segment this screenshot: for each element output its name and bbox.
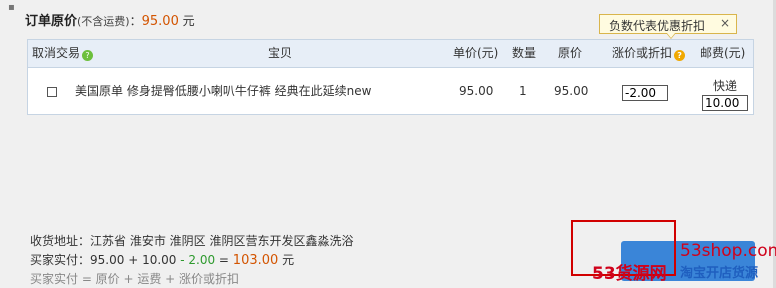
- col-cancel-label: 取消交易: [32, 46, 81, 60]
- shipping-fee-input[interactable]: [702, 95, 748, 111]
- order-price-unit: 元: [182, 14, 195, 28]
- pay-unit: 元: [278, 253, 295, 267]
- col-original: 原价: [558, 46, 583, 60]
- address-line: 收货地址：江苏省 淮安市 淮阴区 淮阴区营东开发区鑫淼洗浴: [30, 232, 353, 249]
- buyer-pay-line: 买家实付：95.00 + 10.00 - 2.00 = 103.00 元: [30, 251, 294, 268]
- address-label: 收货地址：: [30, 234, 91, 248]
- col-cancel: 取消交易?: [32, 40, 94, 67]
- order-price-note: (不含运费): [77, 15, 130, 28]
- minus-sign: -: [176, 253, 189, 267]
- col-adjust: 涨价或折扣?: [612, 40, 686, 67]
- buyer-pay-label: 买家实付：: [30, 253, 91, 267]
- watermark-site: 53货源网: [592, 264, 667, 284]
- plus-sign: +: [124, 253, 143, 267]
- col-item: 宝贝: [268, 46, 293, 60]
- colon: ：: [129, 14, 142, 28]
- item-title[interactable]: 美国原单 修身提臀低腰小喇叭牛仔裤 经典在此延续new: [75, 68, 371, 114]
- table-header: 取消交易? 宝贝 单价(元) 数量 原价 涨价或折扣? 邮费(元): [28, 40, 753, 68]
- pay-formula: 买家实付 = 原价 + 运费 + 涨价或折扣: [30, 272, 240, 286]
- left-marker: ▪: [8, 2, 15, 13]
- help-icon[interactable]: ?: [82, 50, 94, 61]
- col-unit-price: 单价(元): [453, 46, 499, 60]
- col-qty: 数量: [512, 46, 537, 60]
- order-price-header: 订单原价(不含运费)：95.00 元: [25, 10, 195, 32]
- equals-sign: =: [215, 253, 233, 267]
- col-shipping: 邮费(元): [700, 46, 746, 60]
- order-table: 取消交易? 宝贝 单价(元) 数量 原价 涨价或折扣? 邮费(元) 美国原单 修…: [27, 39, 754, 115]
- tooltip-arrow-fill: [667, 33, 675, 38]
- pay-shipping: 10.00: [142, 253, 177, 267]
- original-price: 95.00: [554, 84, 589, 98]
- discount-tooltip: 负数代表优惠折扣 ×: [599, 14, 737, 39]
- order-price-label: 订单原价: [25, 14, 78, 29]
- address-value: 江苏省 淮安市 淮阴区 淮阴区营东开发区鑫淼洗浴: [90, 234, 354, 248]
- adjust-input[interactable]: [622, 85, 668, 101]
- watermark-domain: 53shop.com: [680, 241, 776, 261]
- order-price-value: 95.00: [141, 14, 179, 29]
- shipping-method: 快递: [713, 79, 738, 93]
- watermark-slogan: 淘宝开店货源: [680, 266, 759, 281]
- close-icon[interactable]: ×: [720, 16, 730, 30]
- quantity: 1: [519, 84, 527, 98]
- col-adjust-label: 涨价或折扣: [612, 46, 673, 60]
- pay-discount: 2.00: [188, 253, 216, 267]
- unit-price: 95.00: [459, 84, 494, 98]
- pay-total: 103.00: [232, 253, 279, 268]
- cancel-checkbox[interactable]: [47, 87, 57, 97]
- question-icon[interactable]: ?: [674, 50, 686, 61]
- tooltip-text: 负数代表优惠折扣: [609, 19, 706, 33]
- table-row: 美国原单 修身提臀低腰小喇叭牛仔裤 经典在此延续new 95.00 1 95.0…: [28, 68, 753, 114]
- pay-price: 95.00: [90, 253, 125, 267]
